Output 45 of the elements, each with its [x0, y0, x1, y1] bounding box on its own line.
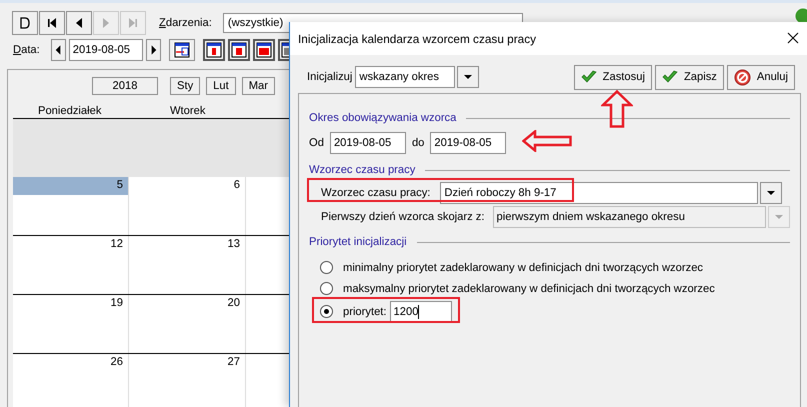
pattern-label: Wzorzec czasu pracy:: [321, 187, 430, 199]
day-number: 12: [110, 237, 124, 252]
day-cell[interactable]: 20: [129, 295, 246, 353]
save-button[interactable]: Zapisz: [654, 64, 724, 90]
from-date-field[interactable]: 2019-08-05: [330, 132, 406, 154]
month-button[interactable]: Lut: [206, 77, 236, 95]
year-button[interactable]: 2018: [92, 77, 158, 95]
month-button[interactable]: Mar: [242, 77, 276, 95]
weekday-header: Poniedziałek: [38, 105, 102, 117]
day-cell[interactable]: 5: [13, 177, 129, 235]
date-field[interactable]: 2019-08-05: [68, 39, 143, 61]
day-number: 13: [226, 237, 241, 252]
dialog-title: Inicjalizacja kalendarza wzorcem czasu pracy: [298, 32, 536, 46]
option-label: maksymalny priorytet zadeklarowany w definicjach dni tworzących wzorzec: [343, 282, 715, 294]
day-number: 19: [110, 296, 124, 311]
apply-button[interactable]: Zastosuj: [574, 64, 652, 90]
day-cell[interactable]: 12: [13, 236, 129, 294]
day-cell[interactable]: 26: [13, 354, 129, 407]
day-cell[interactable]: 6: [129, 177, 246, 235]
to-label: do: [412, 137, 424, 149]
day-number: 6: [232, 178, 241, 193]
cancel-button[interactable]: Anuluj: [726, 64, 795, 90]
month-button[interactable]: Sty: [170, 77, 200, 95]
day-cell[interactable]: 19: [13, 295, 129, 353]
link-label: Pierwszy dzień wzorca skojarz z:: [321, 211, 485, 223]
group-title: Okres obowiązywania wzorca: [309, 110, 790, 126]
weekday-header: Wtorek: [170, 105, 206, 117]
initialize-label: Inicjalizuj: [307, 71, 352, 83]
pattern-dropdown[interactable]: Dzień roboczy 8h 9-17: [440, 182, 758, 204]
initialize-dropdown[interactable]: wskazany okres: [355, 66, 456, 88]
group-title: Wzorzec czasu pracy: [309, 162, 790, 178]
option-label: priorytet:: [343, 306, 387, 318]
from-label: Od: [309, 137, 324, 149]
day-number: 27: [226, 355, 241, 370]
day-number: 26: [110, 355, 124, 370]
day-number: 20: [226, 296, 241, 311]
day-number: 5: [13, 177, 128, 195]
priority-field[interactable]: 1200: [390, 301, 452, 322]
date-label: Data:: [13, 44, 40, 56]
to-date-field[interactable]: 2019-08-05: [430, 132, 506, 154]
day-cell[interactable]: 27: [129, 354, 246, 407]
option-label: minimalny priorytet zadeklarowany w definicjach dni tworzących wzorzec: [343, 262, 704, 274]
group-title: Priorytet inicjalizacji: [309, 234, 790, 250]
events-label: Zdarzenia:: [159, 17, 212, 29]
day-cell[interactable]: 13: [129, 236, 246, 294]
